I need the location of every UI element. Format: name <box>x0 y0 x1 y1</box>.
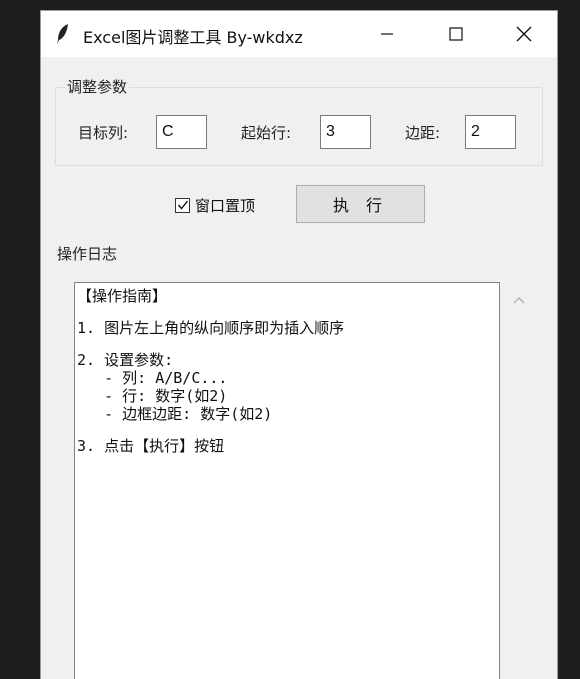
target-column-label: 目标列: <box>78 124 129 142</box>
feather-icon <box>55 23 71 45</box>
start-row-label: 起始行: <box>241 124 292 142</box>
topmost-label: 窗口置顶 <box>195 196 256 215</box>
minimize-icon <box>381 33 393 35</box>
topmost-checkbox[interactable] <box>175 197 190 213</box>
title-bar[interactable]: Excel图片调整工具 By-wkdxz <box>41 11 557 57</box>
scroll-up-icon[interactable] <box>513 296 525 304</box>
log-line: 【操作指南】 <box>77 287 168 305</box>
target-column-input[interactable]: C <box>156 115 207 149</box>
app-window: Excel图片调整工具 By-wkdxz 调整参数 目标列: C 起始行: 3 … <box>40 10 558 679</box>
topmost-checkbox-row[interactable]: 窗口置顶 <box>175 194 255 216</box>
params-group-label: 调整参数 <box>65 76 130 97</box>
log-line: - 列: A/B/C... <box>77 369 228 387</box>
minimize-button[interactable] <box>364 11 410 57</box>
log-line: 1. 图片左上角的纵向顺序即为插入顺序 <box>77 319 345 337</box>
window-title: Excel图片调整工具 By-wkdxz <box>83 28 303 47</box>
close-button[interactable] <box>501 11 547 57</box>
execute-button[interactable]: 执 行 <box>296 185 425 223</box>
log-textarea[interactable]: 【操作指南】 1. 图片左上角的纵向顺序即为插入顺序 2. 设置参数: - 列: A… <box>74 282 500 679</box>
margin-label: 边距: <box>405 124 441 142</box>
log-line: 3. 点击【执行】按钮 <box>77 437 225 455</box>
log-group-label: 操作日志 <box>55 243 120 264</box>
log-line: - 行: 数字(如2) <box>77 387 228 405</box>
maximize-icon <box>449 27 463 41</box>
log-scrollbar[interactable] <box>500 282 539 679</box>
log-line: 2. 设置参数: <box>77 351 174 369</box>
margin-input[interactable]: 2 <box>465 115 516 149</box>
checkmark-icon <box>177 200 188 210</box>
close-icon <box>516 26 532 42</box>
log-line: - 边框边距: 数字(如2) <box>77 405 273 423</box>
start-row-input[interactable]: 3 <box>320 115 371 149</box>
maximize-button[interactable] <box>433 11 479 57</box>
